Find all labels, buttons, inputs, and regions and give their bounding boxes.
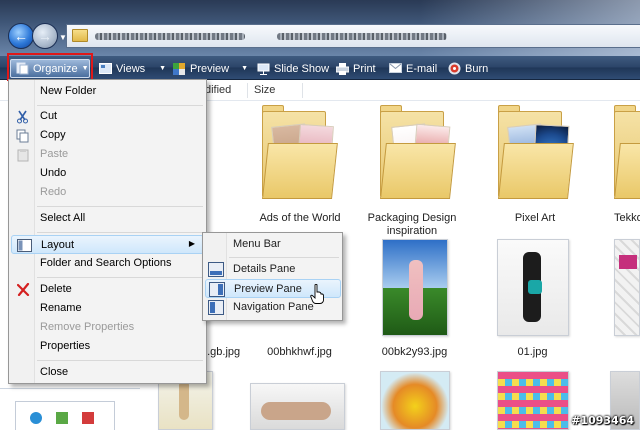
submenu-item-details-pane[interactable]: Details Pane — [205, 260, 341, 279]
mouse-cursor-hand-icon — [310, 284, 324, 304]
menu-item-copy[interactable]: Copy — [11, 126, 204, 145]
image-thumbnail[interactable] — [382, 239, 448, 336]
folder-item[interactable] — [606, 103, 640, 203]
back-arrow-icon: ← — [14, 28, 28, 44]
email-icon — [388, 62, 402, 75]
folder-item[interactable] — [254, 103, 338, 203]
menu-separator — [37, 232, 203, 233]
address-path-blurred — [95, 33, 245, 40]
print-button[interactable]: Print — [335, 59, 376, 78]
folder-item[interactable] — [372, 103, 456, 203]
column-divider[interactable] — [247, 83, 248, 98]
slideshow-button[interactable]: Slide Show — [256, 59, 329, 78]
menu-item-new-folder[interactable]: New Folder — [11, 82, 204, 101]
folder-item[interactable] — [490, 103, 574, 203]
views-label: Views — [116, 62, 146, 75]
paste-icon — [15, 147, 31, 162]
file-label: 00bk2y93.jpg — [381, 346, 448, 358]
burn-button[interactable]: Burn — [447, 59, 488, 78]
preview-label: Preview — [190, 62, 230, 75]
menu-item-layout[interactable]: Layout ▶ — [11, 235, 204, 254]
menu-item-select-all[interactable]: Select All — [11, 209, 204, 228]
folder-label: Packaging Design inspiration — [367, 212, 457, 237]
views-icon — [98, 62, 112, 75]
folder-label: Ads of the World — [259, 212, 341, 224]
title-bar: ← → ▼ — [0, 0, 640, 56]
menu-item-cut[interactable]: Cut — [11, 107, 204, 126]
print-label: Print — [353, 62, 376, 75]
file-label: ...gb.jpg — [201, 346, 241, 358]
copy-icon — [15, 128, 31, 143]
printer-icon — [335, 62, 349, 75]
file-label: 01.jpg — [517, 346, 548, 358]
watermark-text: #1093464 — [571, 414, 634, 427]
menu-separator — [37, 277, 203, 278]
burn-label: Burn — [465, 62, 489, 75]
file-label: 00bhkhwf.jpg — [267, 346, 332, 358]
folder-icon — [72, 29, 88, 42]
organize-callout-box — [7, 53, 93, 81]
navigation-pane-icon — [208, 300, 224, 315]
chevron-down-icon: ▼ — [159, 65, 167, 72]
slideshow-icon — [256, 62, 270, 75]
details-pane-icon — [208, 262, 224, 277]
menu-item-remove-properties[interactable]: Remove Properties — [11, 318, 204, 337]
menu-item-redo[interactable]: Redo — [11, 183, 204, 202]
preview-icon — [172, 62, 186, 75]
menu-item-undo[interactable]: Undo — [11, 164, 204, 183]
layout-icon — [16, 238, 32, 253]
menu-item-paste[interactable]: Paste — [11, 145, 204, 164]
image-thumbnail[interactable] — [497, 371, 569, 430]
views-button[interactable]: Views ▼ — [98, 59, 166, 78]
folder-label: Pixel Art — [514, 212, 556, 224]
submenu-item-menu-bar[interactable]: Menu Bar — [205, 235, 341, 254]
image-thumbnail[interactable] — [380, 371, 450, 430]
layout-submenu: Menu Bar Details Pane Preview Pane Navig… — [202, 232, 343, 321]
forward-button[interactable]: → — [32, 23, 58, 49]
menu-separator — [37, 360, 203, 361]
menu-separator — [229, 257, 339, 258]
menu-item-folder-search-options[interactable]: Folder and Search Options — [11, 254, 204, 273]
delete-x-icon — [15, 282, 31, 297]
email-label: E-mail — [406, 62, 438, 75]
organize-menu: New Folder Cut Copy Paste Undo Redo Sele… — [8, 79, 207, 384]
folder-label: Tekko — [614, 212, 640, 224]
submenu-arrow-icon: ▶ — [188, 239, 195, 248]
column-size[interactable]: Size — [254, 84, 275, 96]
column-divider[interactable] — [302, 83, 303, 98]
command-toolbar: Organize ▼ Views ▼ Preview ▼ Slide Show … — [0, 56, 640, 80]
burn-disc-icon — [447, 62, 461, 75]
menu-item-close[interactable]: Close — [11, 363, 204, 382]
navigation-pane — [0, 388, 140, 430]
back-button[interactable]: ← — [8, 23, 34, 49]
image-thumbnail[interactable] — [250, 383, 345, 430]
menu-item-properties[interactable]: Properties — [11, 337, 204, 356]
image-thumbnail[interactable] — [614, 239, 640, 336]
address-path-blurred-2 — [277, 33, 447, 40]
menu-item-delete[interactable]: Delete — [11, 280, 204, 299]
address-bar[interactable] — [66, 24, 640, 48]
menu-separator — [37, 105, 203, 106]
email-button[interactable]: E-mail — [388, 59, 437, 78]
chevron-down-icon: ▼ — [241, 65, 249, 72]
image-thumbnail[interactable] — [497, 239, 569, 336]
menu-separator — [37, 206, 203, 207]
preview-button[interactable]: Preview ▼ — [172, 59, 248, 78]
scissors-icon — [15, 109, 31, 124]
slideshow-label: Slide Show — [274, 62, 330, 75]
forward-arrow-icon: → — [38, 28, 52, 44]
column-date-modified[interactable]: dified — [205, 84, 231, 96]
preview-pane-icon — [209, 282, 225, 297]
preview-thumbnail-mini — [15, 401, 115, 430]
menu-item-rename[interactable]: Rename — [11, 299, 204, 318]
